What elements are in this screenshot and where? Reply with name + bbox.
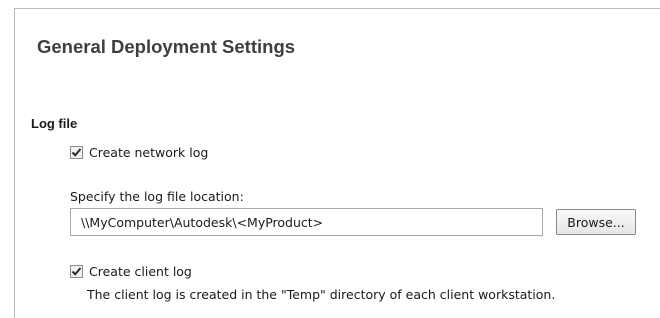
network-log-option[interactable]: Create network log xyxy=(70,145,208,160)
network-log-label: Create network log xyxy=(89,145,209,160)
client-log-checkbox[interactable] xyxy=(70,265,83,278)
log-location-label: Specify the log file location: xyxy=(70,189,244,204)
settings-panel: General Deployment Settings Log file Cre… xyxy=(14,8,660,318)
client-log-label: Create client log xyxy=(89,264,192,279)
log-file-heading: Log file xyxy=(31,116,78,131)
network-log-checkbox[interactable] xyxy=(70,146,83,159)
browse-button[interactable]: Browse... xyxy=(556,209,636,235)
client-log-description: The client log is created in the "Temp" … xyxy=(87,287,556,302)
log-location-input[interactable] xyxy=(70,208,543,236)
page-title: General Deployment Settings xyxy=(37,36,296,57)
check-icon xyxy=(71,267,82,276)
browse-button-label: Browse... xyxy=(567,214,625,230)
check-icon xyxy=(71,148,82,157)
client-log-option[interactable]: Create client log xyxy=(70,264,192,279)
